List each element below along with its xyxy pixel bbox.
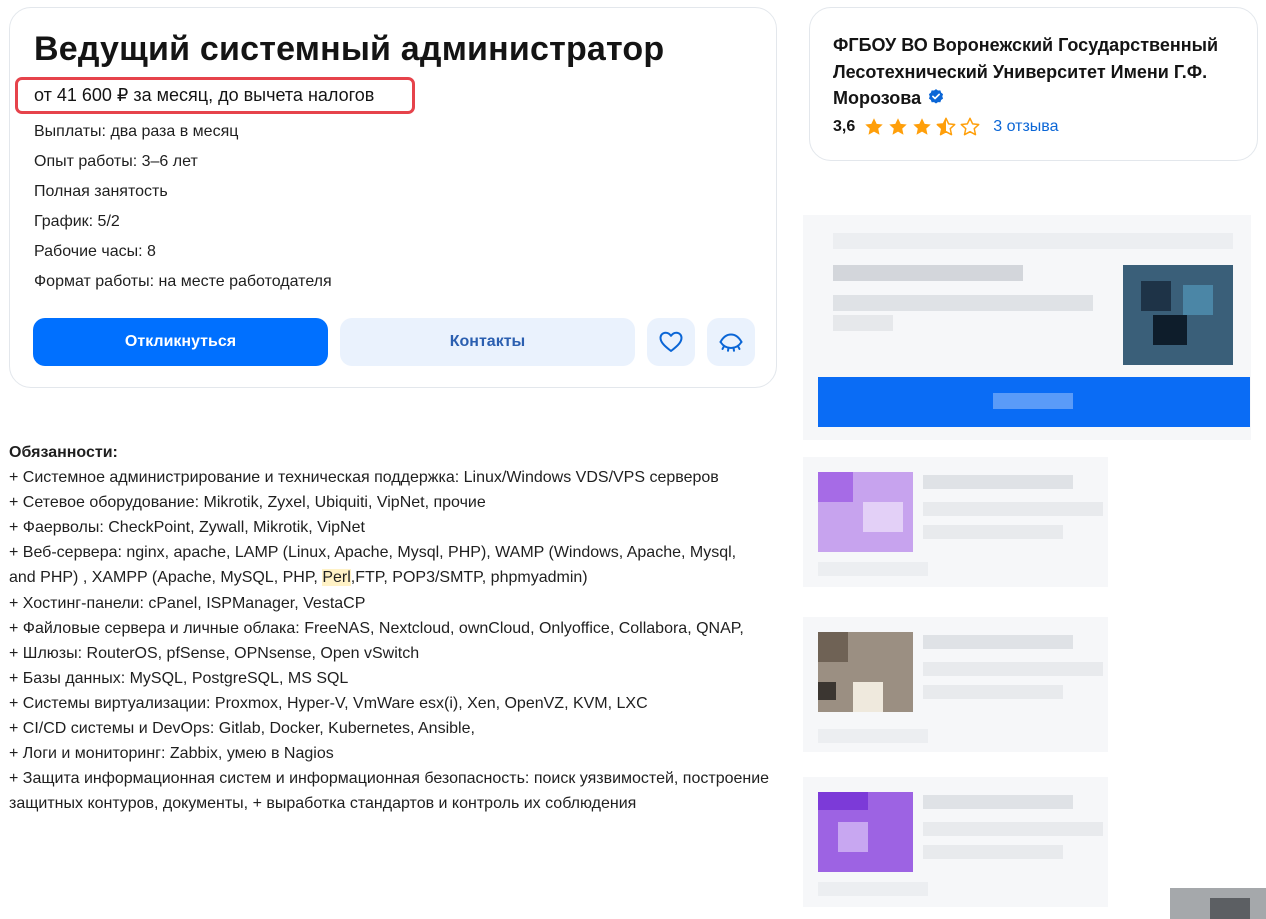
duties-heading: Обязанности:: [9, 444, 118, 461]
salary: от 41 600 ₽ за месяц, до вычета налогов: [34, 85, 375, 105]
eye-closed-icon: [719, 333, 743, 352]
duty-item: + Хостинг-панели: cPanel, ISPManager, Ve…: [9, 594, 366, 612]
contacts-button[interactable]: Контакты: [340, 318, 635, 366]
detail-schedule: График: 5/2: [34, 213, 120, 230]
verified-badge-icon: [929, 89, 944, 104]
apply-button[interactable]: Откликнуться: [33, 318, 328, 366]
star-half-icon: [936, 117, 956, 136]
vacancy-description: Обязанности: + Системное администрирован…: [9, 440, 779, 816]
detail-hours: Рабочие часы: 8: [34, 243, 156, 260]
duty-item: + Системы виртуализации: Proxmox, Hyper-…: [9, 694, 648, 712]
duty-item: + Системное администрирование и техничес…: [9, 469, 719, 487]
heart-icon: [659, 331, 683, 352]
star-empty-icon: [960, 117, 980, 136]
duty-item: + Сетевое оборудование: Mikrotik, Zyxel,…: [9, 494, 486, 512]
vacancy-card: Ведущий системный администратор от 41 60…: [9, 7, 777, 388]
apply-button-label: Откликнуться: [124, 333, 237, 350]
highlighted-keyword: Perl: [322, 569, 351, 587]
duty-item: + Базы данных: MySQL, PostgreSQL, MS SQL: [9, 669, 349, 687]
duty-item: + Защита информационная систем и информа…: [9, 770, 770, 813]
detail-payouts: Выплаты: два раза в месяц: [34, 123, 239, 140]
duty-item: + Файловые сервера и личные облака: Free…: [9, 619, 744, 637]
duty-item: + CI/CD системы и DevOps: Gitlab, Docker…: [9, 720, 475, 738]
favorite-button[interactable]: [647, 318, 695, 366]
detail-employment: Полная занятость: [34, 183, 168, 200]
employer-name-container[interactable]: ФГБОУ ВО Воронежский Государственный Лес…: [833, 32, 1243, 112]
duty-text: ,FTP, POP3/SMTP, phpmyadmin): [350, 569, 588, 587]
duty-text: and PHP) , XAMPP (Apache, MySQL, PHP,: [9, 569, 323, 587]
hide-vacancy-button[interactable]: [707, 318, 755, 366]
detail-work-format: Формат работы: на месте работодателя: [34, 273, 332, 290]
contacts-button-label: Контакты: [449, 333, 526, 350]
star-full-icon: [889, 118, 907, 135]
blurred-recommendation: [803, 777, 1108, 907]
blurred-recommendation: [803, 617, 1108, 752]
employer-card: ФГБОУ ВО Воронежский Государственный Лес…: [809, 7, 1258, 161]
star-full-icon: [913, 118, 931, 135]
duty-item: + Логи и мониторинг: Zabbix, умею в Nagi…: [9, 745, 334, 763]
employer-name[interactable]: ФГБОУ ВО Воронежский Государственный Лес…: [833, 35, 1218, 108]
star-full-icon: [865, 118, 883, 135]
duty-item: and PHP) , XAMPP (Apache, MySQL, PHP, Pe…: [9, 565, 779, 590]
blurred-ad-banner: [803, 215, 1251, 440]
detail-experience: Опыт работы: 3–6 лет: [34, 153, 198, 170]
rating-value: 3,6: [833, 118, 856, 135]
blurred-corner-element: [1170, 888, 1266, 919]
reviews-link[interactable]: 3 отзыва: [993, 118, 1058, 136]
rating-stars: [863, 116, 981, 138]
vacancy-title: Ведущий системный администратор: [34, 30, 665, 68]
duty-item: + Веб-сервера: nginx, apache, LAMP (Linu…: [9, 544, 737, 562]
blurred-recommendation: [803, 457, 1108, 587]
rating-row: 3,6 3 отзыва: [833, 116, 1059, 138]
duty-item: + Шлюзы: RouterOS, pfSense, OPNsense, Op…: [9, 644, 420, 662]
duty-item: + Фаерволы: CheckPoint, Zywall, Mikrotik…: [9, 519, 365, 537]
